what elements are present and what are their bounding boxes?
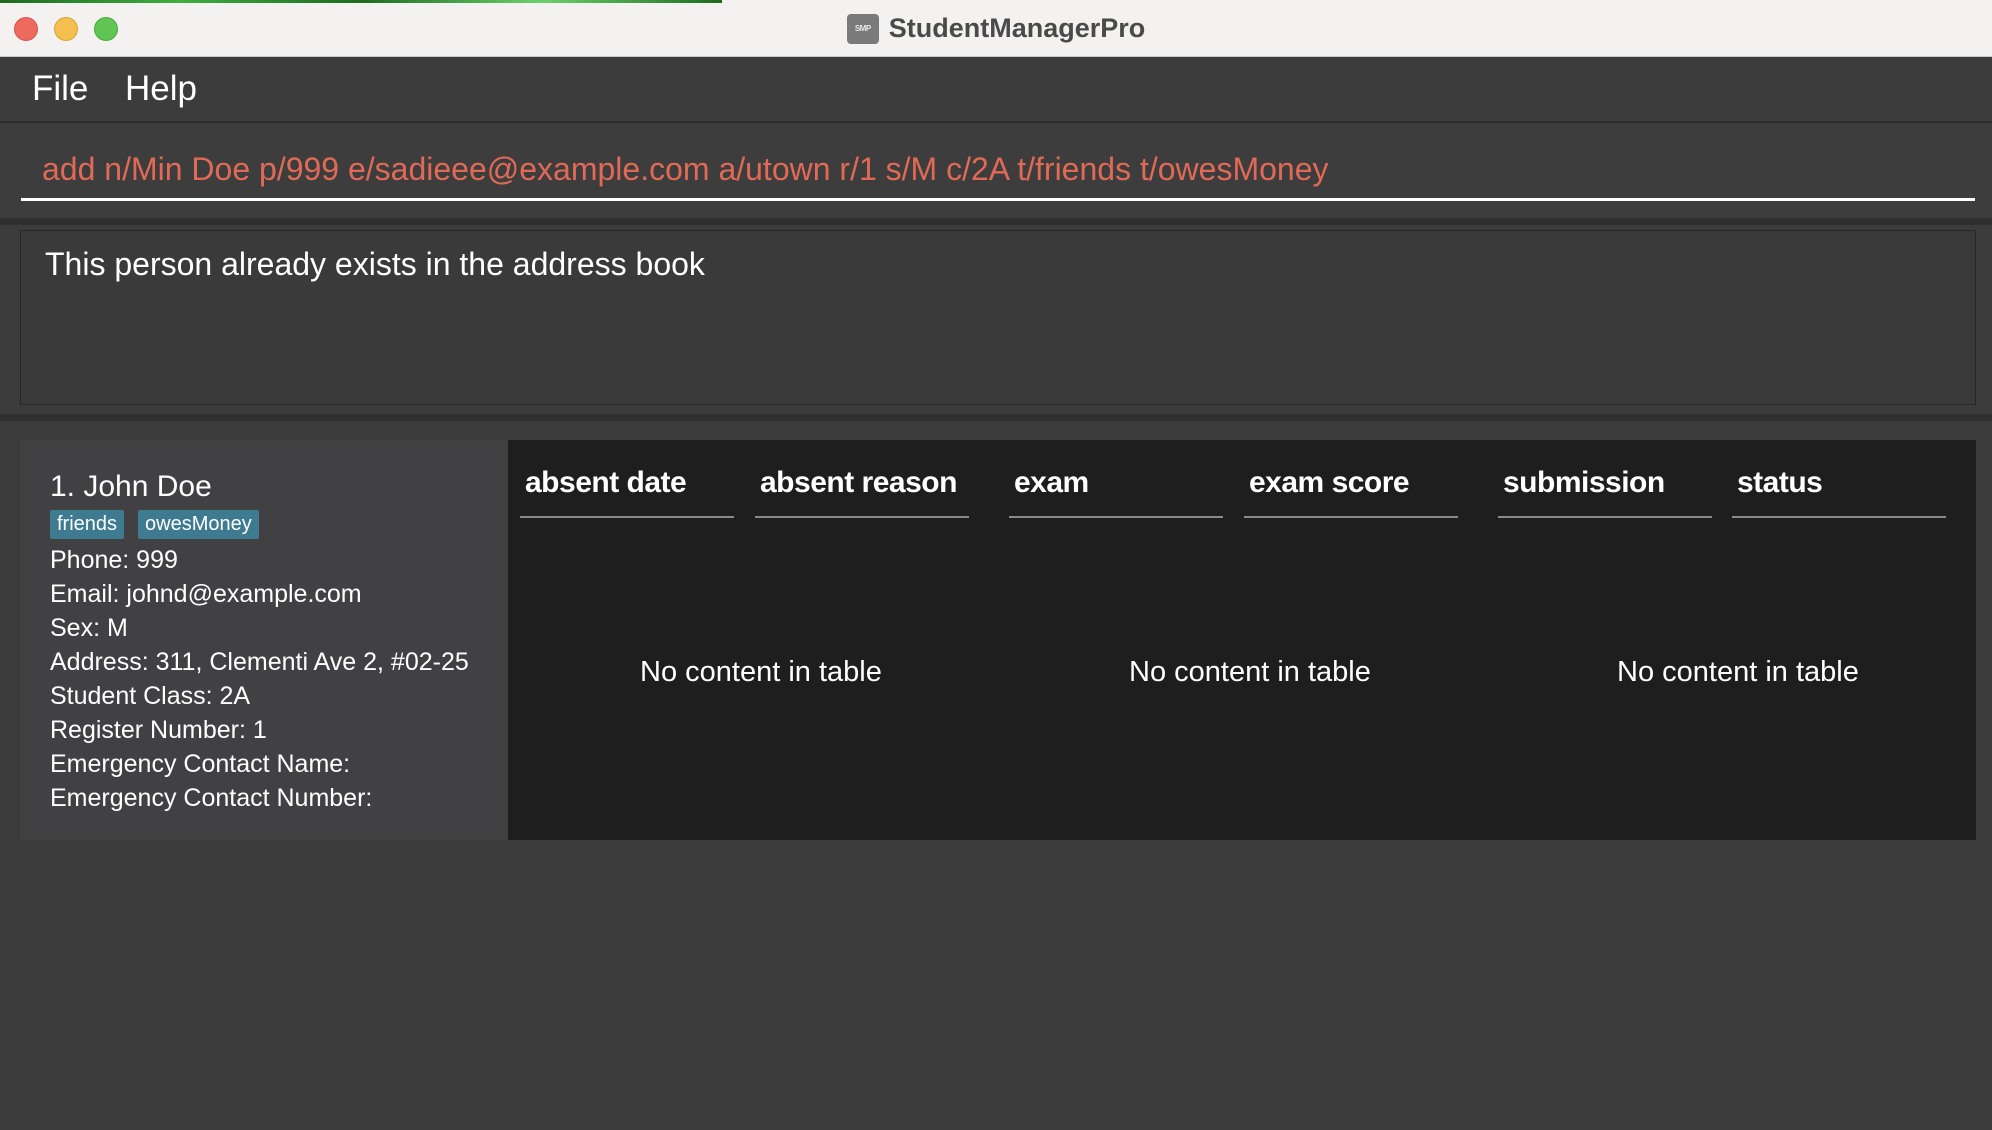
column-header-exam-score[interactable]: exam score <box>1244 466 1458 518</box>
attendance-table-empty-message: No content in table <box>640 656 882 688</box>
person-student-class: Student Class: 2A <box>50 682 251 710</box>
divider <box>0 414 1992 421</box>
divider <box>0 218 1992 225</box>
column-header-absent-reason[interactable]: absent reason <box>755 466 969 518</box>
app-logo-icon: SMP <box>846 13 879 44</box>
tag-friends: friends <box>50 510 125 539</box>
column-header-absent-date[interactable]: absent date <box>520 466 734 518</box>
column-header-exam[interactable]: exam <box>1009 466 1223 518</box>
menu-file[interactable]: File <box>32 69 88 109</box>
person-phone: Phone: 999 <box>50 546 178 574</box>
window-title: StudentManagerPro <box>888 13 1146 43</box>
column-header-status[interactable]: status <box>1732 466 1946 518</box>
person-sex: Sex: M <box>50 614 128 642</box>
command-box <box>0 123 1992 219</box>
person-emergency-contact-name: Emergency Contact Name: <box>50 750 351 778</box>
window-title-group: SMP StudentManagerPro <box>0 0 1992 57</box>
menu-bar: File Help <box>0 57 1992 123</box>
exam-table-empty-message: No content in table <box>1129 656 1371 688</box>
person-address: Address: 311, Clementi Ave 2, #02-25 <box>50 648 469 676</box>
column-header-submission[interactable]: submission <box>1498 466 1712 518</box>
person-name: 1. John Doe <box>50 470 212 503</box>
submission-table-empty-message: No content in table <box>1617 656 1859 688</box>
person-emergency-contact-number: Emergency Contact Number: <box>50 784 373 812</box>
person-card[interactable]: 1. John Doe friends owesMoney Phone: 999… <box>20 440 508 840</box>
result-message: This person already exists in the addres… <box>45 246 705 282</box>
command-input[interactable] <box>21 141 1975 201</box>
result-display: This person already exists in the addres… <box>20 230 1976 405</box>
title-bar: SMP StudentManagerPro <box>0 0 1992 57</box>
tag-owes-money: owesMoney <box>138 510 259 539</box>
person-tags: friends owesMoney <box>50 510 508 539</box>
record-tables-panel: absent date absent reason No content in … <box>508 440 1976 840</box>
person-email: Email: johnd@example.com <box>50 580 362 608</box>
person-register-number: Register Number: 1 <box>50 716 267 744</box>
menu-help[interactable]: Help <box>125 69 197 109</box>
